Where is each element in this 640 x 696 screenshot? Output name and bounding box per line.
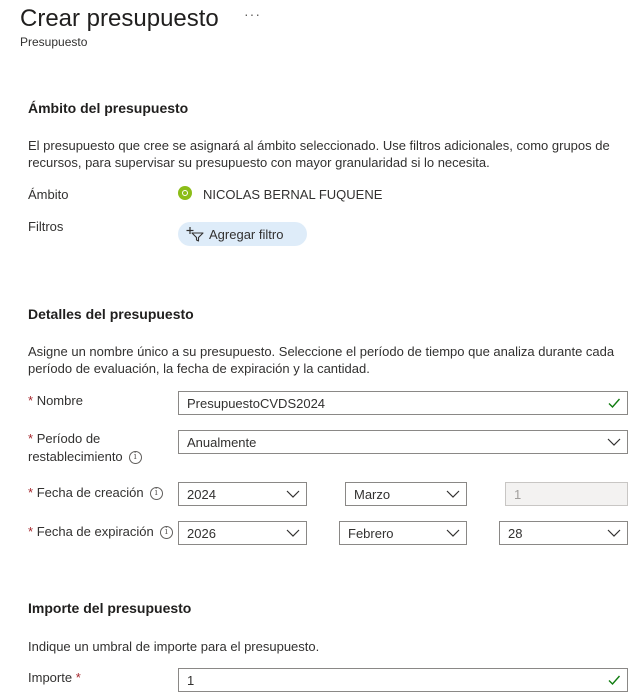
reset-label-line1: Período de <box>36 431 101 446</box>
expiration-year-dropdown[interactable]: 2026 <box>178 521 307 545</box>
required-mark: * <box>75 670 81 685</box>
valid-check-icon <box>608 398 621 409</box>
expiration-year-value: 2026 <box>187 525 216 541</box>
reset-label-line2: restablecimiento <box>28 449 123 464</box>
info-icon[interactable]: i <box>149 487 163 501</box>
name-label: * Nombre <box>28 392 83 410</box>
scope-label: Ámbito <box>28 187 69 202</box>
required-mark: * <box>28 431 34 446</box>
chevron-down-icon <box>446 490 460 498</box>
amount-label: Importe * <box>28 669 81 687</box>
creation-date-label-text: Fecha de creación <box>36 485 144 500</box>
expiration-date-label: * Fecha de expiración i <box>28 523 173 541</box>
required-mark: * <box>28 393 34 408</box>
expiration-date-label-text: Fecha de expiración <box>36 524 154 539</box>
info-icon[interactable]: i <box>128 451 142 465</box>
budget-name-value: PresupuestoCVDS2024 <box>187 395 326 411</box>
creation-month-value: Marzo <box>354 486 391 502</box>
filters-label: Filtros <box>28 219 64 234</box>
creation-year-dropdown[interactable]: 2024 <box>178 482 307 506</box>
creation-day-value: 1 <box>514 486 522 502</box>
more-options-button[interactable]: ··· <box>244 6 261 22</box>
page-title: Crear presupuesto <box>20 5 219 32</box>
amount-section-description: Indique un umbral de importe para el pre… <box>28 639 320 654</box>
details-section-description: Asigne un nombre único a su presupuesto.… <box>28 344 615 376</box>
required-mark: * <box>28 485 34 500</box>
chevron-down-icon <box>286 490 300 498</box>
creation-month-dropdown[interactable]: Marzo <box>345 482 467 506</box>
chevron-down-icon <box>607 438 621 446</box>
expiration-day-value: 28 <box>508 525 523 541</box>
budget-name-input[interactable]: PresupuestoCVDS2024 <box>178 391 628 415</box>
chevron-down-icon <box>286 529 300 537</box>
amount-input[interactable]: 1 <box>178 668 628 692</box>
page-subtitle: Presupuesto <box>20 35 88 49</box>
amount-value: 1 <box>187 672 195 688</box>
add-filter-label: Agregar filtro <box>209 226 284 242</box>
reset-period-value: Anualmente <box>187 434 257 450</box>
creation-year-value: 2024 <box>187 486 216 502</box>
subscription-key-icon <box>178 186 192 200</box>
expiration-month-value: Febrero <box>348 525 394 541</box>
chevron-down-icon <box>446 529 460 537</box>
chevron-down-icon <box>607 529 621 537</box>
reset-period-label: * Período de restablecimiento i <box>28 430 142 466</box>
creation-day-field: 1 <box>505 482 628 506</box>
add-filter-icon <box>186 227 204 242</box>
scope-section-heading: Ámbito del presupuesto <box>28 100 189 116</box>
creation-date-label: * Fecha de creación i <box>28 484 163 502</box>
info-icon[interactable]: i <box>159 526 173 540</box>
required-mark: * <box>28 524 34 539</box>
amount-label-text: Importe <box>28 670 73 685</box>
add-filter-button[interactable]: Agregar filtro <box>178 222 307 246</box>
expiration-month-dropdown[interactable]: Febrero <box>339 521 467 545</box>
details-section-heading: Detalles del presupuesto <box>28 306 194 322</box>
create-budget-page: Crear presupuesto ··· Presupuesto Ámbito… <box>0 0 640 696</box>
name-label-text: Nombre <box>36 393 83 408</box>
expiration-day-dropdown[interactable]: 28 <box>499 521 628 545</box>
valid-check-icon <box>608 675 621 686</box>
reset-period-dropdown[interactable]: Anualmente <box>178 430 628 454</box>
scope-value[interactable]: NICOLAS BERNAL FUQUENE <box>203 187 382 202</box>
amount-section-heading: Importe del presupuesto <box>28 600 192 616</box>
scope-section-description: El presupuesto que cree se asignará al á… <box>28 138 610 170</box>
